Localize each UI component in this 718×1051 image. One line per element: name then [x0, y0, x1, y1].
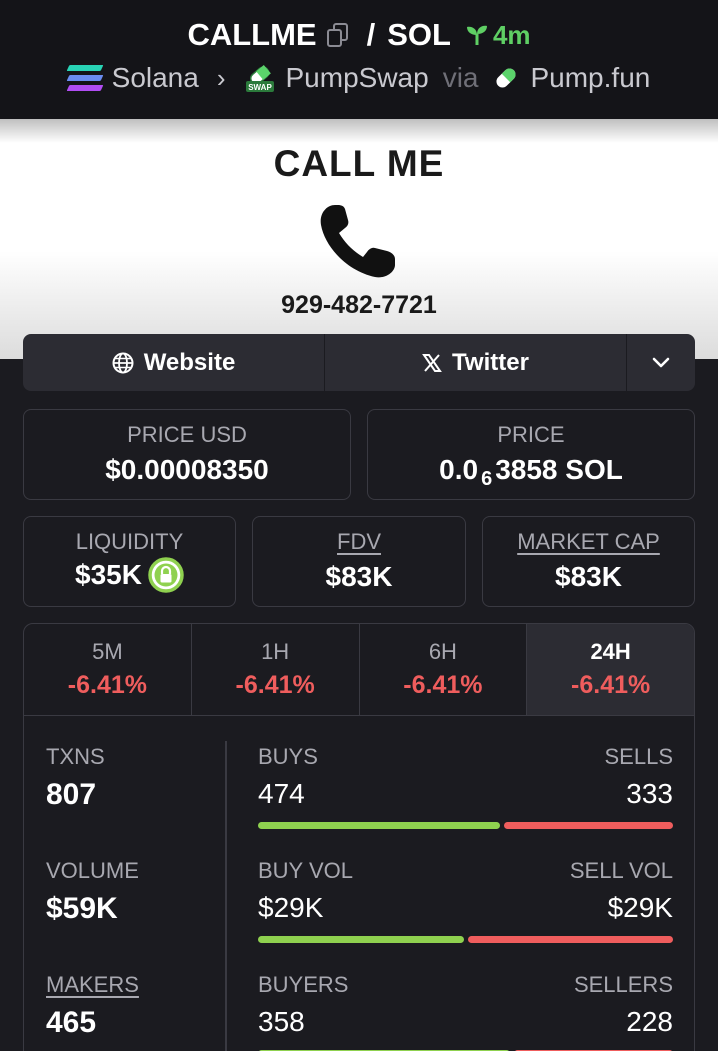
price-native-card: PRICE 0.0 6 3858 SOL: [367, 409, 695, 500]
phone-icon: [320, 205, 395, 278]
sellers-value: 228: [626, 1006, 673, 1037]
website-label: Website: [143, 348, 236, 376]
token-symbol: CALLME: [187, 17, 317, 52]
links-bar: Website Twitter: [23, 334, 695, 391]
tab-1h[interactable]: 1H -6.41%: [192, 624, 360, 715]
sellers-label: SELLERS: [573, 972, 673, 997]
txns-value: 807: [46, 778, 97, 811]
breadcrumb-dex[interactable]: PumpSwap: [286, 62, 429, 94]
price-usd-card: PRICE USD $0.00008350: [23, 409, 351, 500]
price-usd-value: $0.00008350: [105, 454, 269, 485]
market-cap-value: $83K: [555, 561, 622, 592]
liquidity-card: LIQUIDITY $35K: [23, 516, 236, 607]
buy-vol-label: BUY VOL: [258, 858, 353, 883]
buyers-label: BUYERS: [258, 972, 349, 997]
sell-vol-bar-fill: [467, 936, 673, 943]
pair-title: CALLME / SOL 4m: [0, 14, 718, 56]
pair-separator: /: [366, 17, 376, 52]
chevron-down-icon: [652, 357, 670, 367]
breadcrumb-chain[interactable]: Solana: [112, 62, 199, 94]
makers-label[interactable]: MAKERS: [46, 972, 139, 998]
breadcrumb-launchpad[interactable]: Pump.fun: [530, 62, 650, 94]
quote-symbol: SOL: [387, 17, 451, 52]
buy-sell-volume-bar: [258, 936, 673, 943]
buys-sells-split: BUYS SELLS 474 333: [258, 744, 673, 829]
volume-value: $59K: [46, 892, 118, 925]
buys-sells-bar: [258, 822, 673, 829]
chevron-right-icon: ›: [216, 62, 226, 93]
tab-label: 5M: [92, 639, 123, 664]
volume-label: VOLUME: [46, 858, 139, 883]
buy-vol-bar-fill: [258, 936, 464, 943]
twitter-button[interactable]: Twitter: [325, 334, 627, 391]
sells-label: SELLS: [604, 744, 674, 769]
txns-metric: TXNS 807: [46, 744, 105, 812]
column-divider: [225, 741, 227, 1051]
more-links-button[interactable]: [627, 334, 695, 391]
price-usd-label: PRICE USD: [127, 422, 247, 447]
price-native-prefix: 0.0: [439, 454, 479, 485]
buy-sell-volume-split: BUY VOL SELL VOL $29K $29K: [258, 858, 673, 943]
pair-age-value: 4m: [492, 19, 531, 50]
solana-icon: [66, 65, 104, 91]
dex-badge: SWAP: [248, 83, 272, 92]
price-native-digits: 3858 SOL: [495, 454, 623, 485]
tab-price-change: -6.41%: [235, 671, 315, 699]
lock-icon[interactable]: [148, 557, 184, 593]
tab-price-change: -6.41%: [403, 671, 483, 699]
website-button[interactable]: Website: [23, 334, 325, 391]
market-cap-label[interactable]: MARKET CAP: [483, 529, 694, 555]
buyers-value: 358: [258, 1006, 305, 1037]
buy-vol-value: $29K: [258, 892, 324, 923]
tab-label: 1H: [261, 639, 290, 664]
copy-icon[interactable]: [326, 23, 349, 47]
tab-price-change: -6.41%: [67, 671, 147, 699]
trading-stats-panel: 5M -6.41% 1H -6.41% 6H -6.41% 24H -6.41%…: [23, 623, 695, 1051]
banner-title: CALL ME: [273, 143, 445, 184]
buys-label: BUYS: [258, 744, 318, 769]
makers-metric[interactable]: MAKERS 465: [46, 972, 139, 1040]
tab-24h[interactable]: 24H -6.41%: [527, 624, 694, 715]
price-native-value: 0.0 6 3858 SOL: [368, 454, 694, 490]
breadcrumb: Solana › SWAP PumpSwap via Pump.fun: [0, 58, 718, 98]
pair-header: CALLME / SOL 4m Solana › SWAP PumpSwap v…: [0, 0, 718, 119]
market-cap-card[interactable]: MARKET CAP $83K: [482, 516, 695, 607]
sell-vol-label: SELL VOL: [569, 858, 673, 883]
banner-phone-number: 929-482-7721: [281, 291, 437, 319]
buyers-sellers-split: BUYERS SELLERS 358 228: [258, 972, 673, 1051]
timeframe-tabs: 5M -6.41% 1H -6.41% 6H -6.41% 24H -6.41%: [24, 624, 694, 716]
pair-age: 4m: [465, 20, 531, 51]
sell-vol-value: $29K: [607, 892, 673, 923]
fdv-value: $83K: [325, 561, 393, 592]
twitter-label: Twitter: [452, 348, 529, 376]
pumpfun-icon: [496, 68, 517, 88]
tab-label: 24H: [590, 639, 631, 664]
x-logo-icon: [422, 353, 442, 372]
sprout-icon: [466, 25, 487, 45]
sells-value: 333: [626, 778, 673, 809]
pumpswap-icon: SWAP: [245, 64, 274, 92]
sells-bar-fill: [503, 822, 673, 829]
fdv-card[interactable]: FDV $83K: [252, 516, 466, 607]
tab-price-change: -6.41%: [571, 671, 651, 699]
token-banner: CALL ME 929-482-7721: [0, 119, 718, 359]
liquidity-value-row: $35K: [24, 557, 235, 593]
liquidity-value: $35K: [75, 559, 142, 590]
liquidity-label: LIQUIDITY: [75, 529, 184, 554]
buys-bar-fill: [258, 822, 500, 829]
price-native-label: PRICE: [497, 422, 565, 447]
tab-label: 6H: [428, 639, 457, 664]
buys-value: 474: [258, 778, 305, 809]
tab-5m[interactable]: 5M -6.41%: [24, 624, 192, 715]
tab-6h[interactable]: 6H -6.41%: [360, 624, 528, 715]
breadcrumb-via: via: [442, 62, 479, 93]
globe-icon: [112, 352, 134, 373]
makers-value: 465: [46, 1006, 97, 1039]
txns-label: TXNS: [46, 744, 105, 769]
price-native-zero-count: 6: [481, 467, 493, 490]
volume-metric: VOLUME $59K: [46, 858, 139, 926]
fdv-label[interactable]: FDV: [253, 529, 465, 555]
